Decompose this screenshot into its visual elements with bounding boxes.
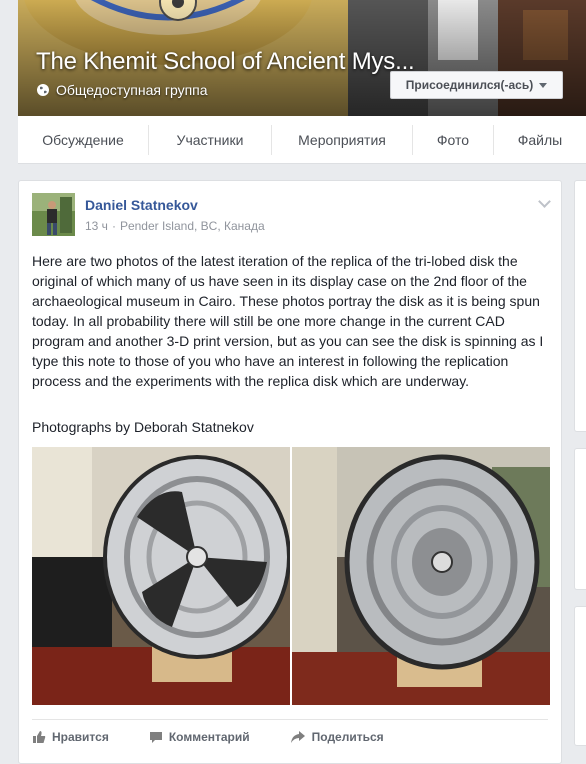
avatar[interactable] (32, 193, 75, 236)
post-timestamp[interactable]: 13 ч (85, 219, 108, 233)
group-privacy: Общедоступная группа (36, 82, 208, 98)
comment-label: Комментарий (168, 730, 250, 744)
tab-events[interactable]: Мероприятия (272, 116, 412, 163)
post-credit: Photographs by Deborah Statnekov (32, 419, 254, 435)
group-cover: The Khemit School of Ancient Mys... Обще… (18, 0, 586, 116)
author-avatar-image (32, 193, 75, 236)
tab-label: Обсуждение (42, 131, 124, 148)
meta-separator: · (111, 219, 116, 233)
actions-divider (32, 719, 548, 720)
like-button[interactable]: Нравится (32, 730, 109, 744)
comment-button[interactable]: Комментарий (149, 730, 250, 744)
caret-down-icon (539, 82, 548, 88)
like-label: Нравится (52, 730, 109, 744)
sidebar-card (574, 606, 586, 746)
sidebar-card (574, 448, 586, 590)
share-button[interactable]: Поделиться (290, 730, 384, 744)
tab-label: Фото (436, 131, 470, 148)
group-tabs: Обсуждение Участники Мероприятия Фото Фа… (18, 116, 586, 164)
post-card: Daniel Statnekov 13 ч · Pender Island, B… (18, 180, 562, 764)
tab-files[interactable]: Файлы (494, 116, 586, 163)
tab-label: Мероприятия (298, 131, 386, 148)
post-author[interactable]: Daniel Statnekov (85, 197, 198, 213)
share-label: Поделиться (311, 730, 384, 744)
joined-button-label: Присоединился(-ась) (405, 78, 534, 92)
post-actions: Нравится Комментарий Поделиться (32, 725, 384, 749)
post-body: Here are two photos of the latest iterat… (32, 253, 544, 389)
tab-photos[interactable]: Фото (413, 116, 493, 163)
photo-spinning-disk-1 (32, 447, 290, 705)
tab-discussion[interactable]: Обсуждение (18, 116, 148, 163)
comment-icon (149, 732, 162, 743)
share-arrow-icon (290, 731, 305, 743)
privacy-label: Общедоступная группа (56, 82, 208, 98)
joined-button[interactable]: Присоединился(-ась) (390, 71, 563, 99)
post-photo-2[interactable] (292, 447, 550, 705)
post-location[interactable]: Pender Island, BC, Канада (120, 219, 265, 233)
globe-icon (37, 84, 49, 96)
tab-label: Файлы (517, 131, 563, 148)
thumbs-up-icon (33, 731, 46, 743)
chevron-down-icon[interactable] (538, 195, 551, 208)
tab-label: Участники (176, 131, 244, 148)
group-title[interactable]: The Khemit School of Ancient Mys... (36, 48, 415, 76)
post-meta: 13 ч · Pender Island, BC, Канада (85, 219, 265, 233)
post-photo-1[interactable] (32, 447, 290, 705)
photo-spinning-disk-2 (292, 447, 550, 705)
tab-members[interactable]: Участники (149, 116, 271, 163)
sidebar-card (574, 180, 586, 432)
